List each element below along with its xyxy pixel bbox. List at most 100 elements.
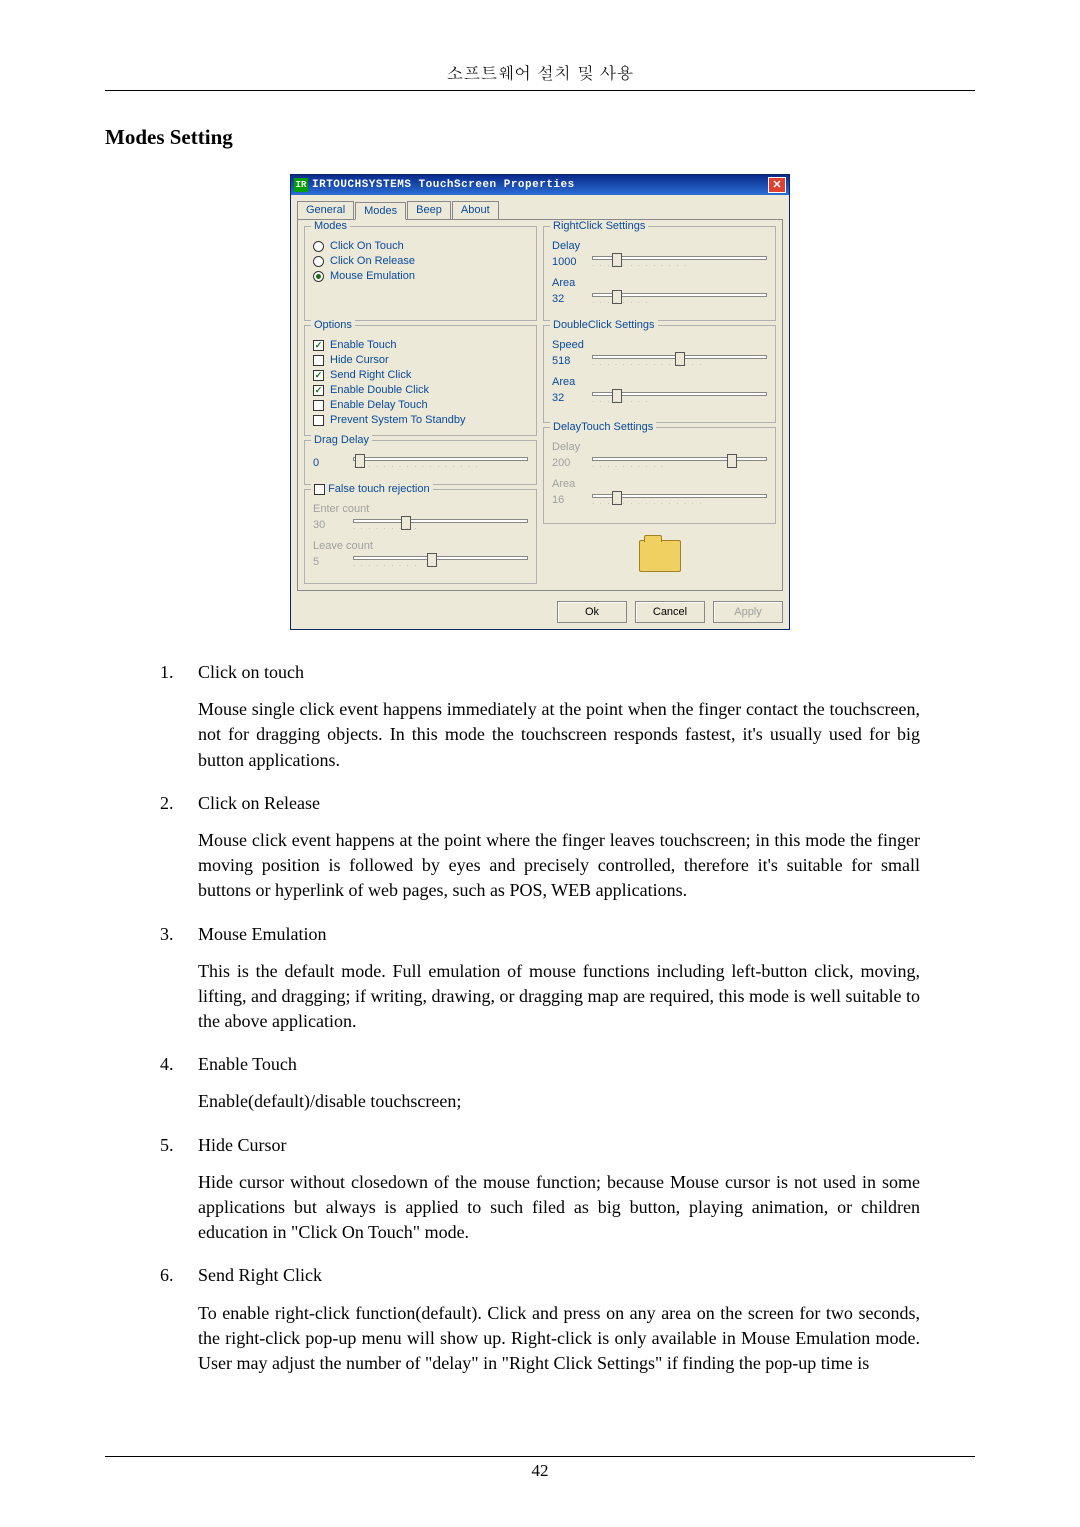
- doubleclick-speed-value: 518: [552, 355, 584, 367]
- list-number: 3.: [160, 922, 176, 947]
- check-enable-double-click[interactable]: ✓ Enable Double Click: [313, 384, 528, 396]
- modes-group: Modes Click On Touch Click On Release Mo…: [304, 226, 537, 321]
- list-item: 4. Enable Touch Enable(default)/disable …: [160, 1052, 920, 1114]
- list-item: 6. Send Right Click To enable right-clic…: [160, 1263, 920, 1376]
- list-item: 5. Hide Cursor Hide cursor without close…: [160, 1133, 920, 1246]
- list-body: This is the default mode. Full emulation…: [198, 959, 920, 1035]
- rightclick-delay-slider[interactable]: · · · · · · · · · · · · ·: [592, 253, 767, 271]
- checkbox-icon[interactable]: [314, 484, 325, 495]
- radio-label: Mouse Emulation: [330, 270, 415, 282]
- cancel-button[interactable]: Cancel: [635, 601, 705, 623]
- list-item: 2. Click on Release Mouse click event ha…: [160, 791, 920, 904]
- delaytouch-area-value: 16: [552, 494, 584, 506]
- radio-icon: [313, 271, 324, 282]
- doubleclick-group: DoubleClick Settings Speed 518 · · · · ·…: [543, 325, 776, 423]
- tab-modes[interactable]: Modes: [355, 202, 406, 220]
- check-label: Enable Delay Touch: [330, 399, 428, 411]
- check-prevent-standby[interactable]: Prevent System To Standby: [313, 414, 528, 426]
- list-body: To enable right-click function(default).…: [198, 1301, 920, 1377]
- folder-icon: [639, 540, 681, 572]
- titlebar: IR IRTOUCHSYSTEMS TouchScreen Properties…: [291, 175, 789, 195]
- page-header: 소프트웨어 설치 및 사용: [105, 60, 975, 91]
- checkbox-icon: ✓: [313, 385, 324, 396]
- list-title: Enable Touch: [198, 1052, 297, 1077]
- delaytouch-delay-block: Delay 200 · · · · · · · · · ·: [552, 441, 767, 472]
- dragdelay-value: 0: [313, 457, 345, 469]
- dialog-buttons: Ok Cancel Apply: [291, 597, 789, 629]
- check-enable-touch[interactable]: ✓ Enable Touch: [313, 339, 528, 351]
- list-title: Click on Release: [198, 791, 320, 816]
- checkbox-icon: ✓: [313, 340, 324, 351]
- tab-general[interactable]: General: [297, 201, 354, 219]
- list-number: 1.: [160, 660, 176, 685]
- list-title: Hide Cursor: [198, 1133, 287, 1158]
- falsetouch-enter-slider: · · · · · · · · ·: [353, 516, 528, 534]
- window-title: IRTOUCHSYSTEMS TouchScreen Properties: [312, 179, 768, 191]
- tab-strip: General Modes Beep About: [297, 201, 783, 219]
- list-number: 6.: [160, 1263, 176, 1288]
- doubleclick-area-slider[interactable]: · · · · · · · ·: [592, 389, 767, 407]
- list-title: Click on touch: [198, 660, 304, 685]
- doubleclick-speed-block: Speed 518 · · · · · · · · · · · · · · ·: [552, 339, 767, 370]
- check-label: Prevent System To Standby: [330, 414, 466, 426]
- list-body: Enable(default)/disable touchscreen;: [198, 1089, 920, 1114]
- list-item: 3. Mouse Emulation This is the default m…: [160, 922, 920, 1035]
- delaytouch-area-block: Area 16 · · · · · · · · · · · · · · ·: [552, 478, 767, 509]
- falsetouch-leave-block: Leave count 5 · · · · · · · · ·: [313, 540, 528, 571]
- falsetouch-leave-slider: · · · · · · · · ·: [353, 553, 528, 571]
- checkbox-icon: [313, 355, 324, 366]
- radio-label: Click On Touch: [330, 240, 404, 252]
- app-icon: IR: [294, 178, 308, 192]
- check-label: Hide Cursor: [330, 354, 389, 366]
- options-legend: Options: [311, 319, 355, 331]
- doubleclick-speed-label: Speed: [552, 339, 767, 351]
- folder-preview: [543, 528, 776, 584]
- tab-about[interactable]: About: [452, 201, 499, 219]
- radio-mouse-emulation[interactable]: Mouse Emulation: [313, 270, 528, 282]
- list-number: 4.: [160, 1052, 176, 1077]
- apply-button[interactable]: Apply: [713, 601, 783, 623]
- dragdelay-slider[interactable]: · · · · · · · · · · · · · · · · ·: [353, 454, 528, 472]
- rightclick-area-label: Area: [552, 277, 767, 289]
- doubleclick-area-label: Area: [552, 376, 767, 388]
- checkbox-icon: ✓: [313, 370, 324, 381]
- falsetouch-enter-value: 30: [313, 519, 345, 531]
- checkbox-icon: [313, 415, 324, 426]
- description-list: 1. Click on touch Mouse single click eve…: [160, 660, 920, 1376]
- close-icon[interactable]: ✕: [768, 177, 786, 193]
- list-body: Hide cursor without closedown of the mou…: [198, 1170, 920, 1246]
- delaytouch-area-slider: · · · · · · · · · · · · · · ·: [592, 491, 767, 509]
- tab-beep[interactable]: Beep: [407, 201, 451, 219]
- check-label: Enable Touch: [330, 339, 396, 351]
- check-label: Enable Double Click: [330, 384, 429, 396]
- falsetouch-leave-label: Leave count: [313, 540, 528, 552]
- list-item: 1. Click on touch Mouse single click eve…: [160, 660, 920, 773]
- radio-click-on-touch[interactable]: Click On Touch: [313, 240, 528, 252]
- check-send-right-click[interactable]: ✓ Send Right Click: [313, 369, 528, 381]
- check-hide-cursor[interactable]: Hide Cursor: [313, 354, 528, 366]
- rightclick-legend: RightClick Settings: [550, 220, 648, 232]
- dragdelay-legend: Drag Delay: [311, 434, 372, 446]
- ok-button[interactable]: Ok: [557, 601, 627, 623]
- radio-icon: [313, 241, 324, 252]
- options-group: Options ✓ Enable Touch Hide Cursor ✓ Sen…: [304, 325, 537, 436]
- delaytouch-area-label: Area: [552, 478, 767, 490]
- rightclick-group: RightClick Settings Delay 1000 · · · · ·…: [543, 226, 776, 321]
- falsetouch-enter-label: Enter count: [313, 503, 528, 515]
- radio-label: Click On Release: [330, 255, 415, 267]
- doubleclick-legend: DoubleClick Settings: [550, 319, 658, 331]
- rightclick-area-block: Area 32 · · · · · · · ·: [552, 277, 767, 308]
- rightclick-area-slider[interactable]: · · · · · · · ·: [592, 290, 767, 308]
- page-number: 42: [105, 1456, 975, 1481]
- list-number: 5.: [160, 1133, 176, 1158]
- check-enable-delay-touch[interactable]: Enable Delay Touch: [313, 399, 528, 411]
- doubleclick-area-value: 32: [552, 392, 584, 404]
- rightclick-delay-value: 1000: [552, 256, 584, 268]
- doubleclick-speed-slider[interactable]: · · · · · · · · · · · · · · ·: [592, 352, 767, 370]
- delaytouch-delay-value: 200: [552, 457, 584, 469]
- modes-legend: Modes: [311, 220, 350, 232]
- list-number: 2.: [160, 791, 176, 816]
- radio-click-on-release[interactable]: Click On Release: [313, 255, 528, 267]
- list-title: Send Right Click: [198, 1263, 322, 1288]
- rightclick-area-value: 32: [552, 293, 584, 305]
